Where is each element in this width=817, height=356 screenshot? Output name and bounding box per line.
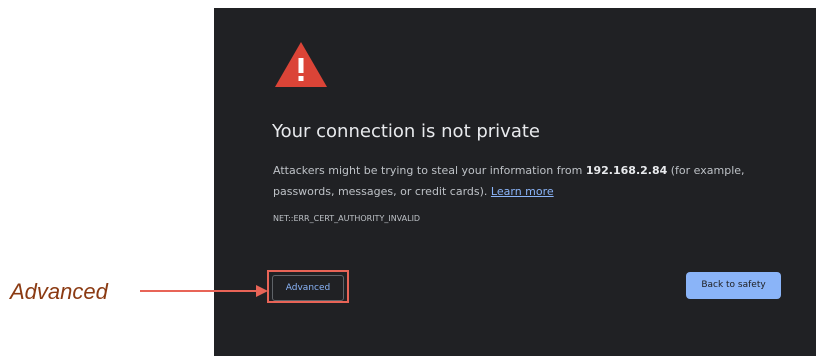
learn-more-link[interactable]: Learn more — [491, 185, 554, 198]
back-to-safety-button[interactable]: Back to safety — [686, 272, 781, 299]
tutorial-figure: Your connection is not private Attackers… — [0, 0, 817, 356]
description-text: Attackers might be trying to steal your … — [273, 164, 586, 177]
error-description: Attackers might be trying to steal your … — [273, 160, 763, 202]
advanced-button[interactable]: Advanced — [272, 275, 344, 301]
page-title: Your connection is not private — [272, 121, 540, 142]
callout-label: Advanced — [10, 279, 108, 304]
host-address: 192.168.2.84 — [585, 164, 668, 177]
error-code: NET::ERR_CERT_AUTHORITY_INVALID — [273, 214, 421, 223]
warning-triangle-icon — [275, 42, 327, 87]
callout-arrow-icon — [140, 285, 268, 297]
